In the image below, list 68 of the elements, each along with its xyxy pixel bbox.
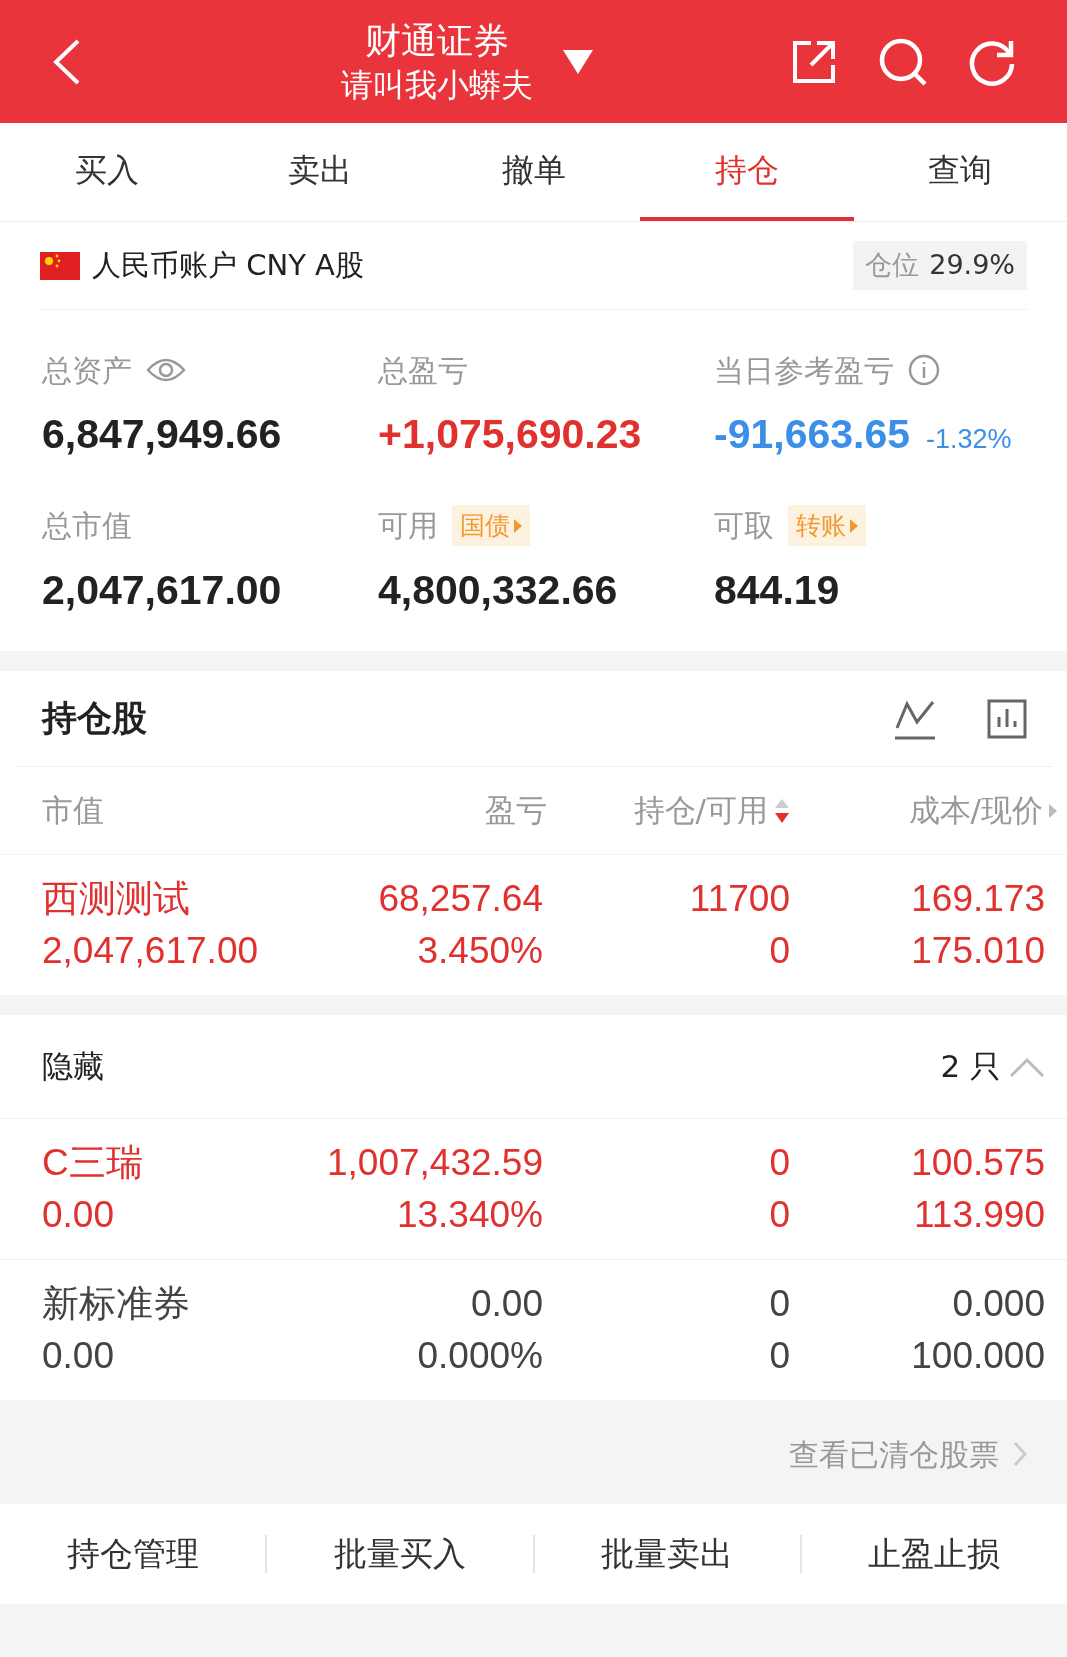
column-header[interactable]: 持仓/可用 — [633, 787, 768, 834]
broker-title: 财通证券 — [364, 18, 509, 63]
flag-icon — [40, 251, 80, 280]
stock-name: C三瑞 — [42, 1141, 143, 1185]
stat-label: 总盈亏 — [378, 351, 468, 390]
profit-amount: 68,257.64 — [378, 877, 543, 921]
profit-percent: 3.450% — [417, 929, 543, 973]
stat-value: 6,847,949.66 — [42, 410, 282, 459]
profit-percent: 13.340% — [396, 1193, 543, 1237]
cost-price: 169.173 — [911, 877, 1045, 921]
cost-price: 100.575 — [911, 1141, 1045, 1185]
stat-value: 4,800,332.66 — [378, 565, 618, 615]
stat-label: 可用 — [378, 507, 438, 545]
market-value: 0.00 — [42, 1193, 114, 1237]
holding-row[interactable]: 新标准券 0.00 0.00 0.000% 0 0 0.000 100.000 — [0, 1260, 1067, 1400]
current-price: 100.000 — [911, 1334, 1045, 1378]
stock-name: 新标准券 — [42, 1282, 190, 1326]
market-value: 0.00 — [42, 1334, 114, 1378]
cost-price: 0.000 — [952, 1282, 1045, 1326]
action-button[interactable]: 止盈止损 — [801, 1529, 1067, 1579]
stat-value: 2,047,617.00 — [42, 565, 282, 615]
holding-row[interactable]: 西测测试 2,047,617.00 68,257.64 3.450% 11700 0 169.173 175.010 — [0, 855, 1067, 995]
stat-value: -91,663.65 — [714, 410, 911, 459]
tab[interactable]: 持仓 — [640, 123, 854, 221]
action-button[interactable]: 批量买入 — [267, 1529, 533, 1579]
account-label: 人民币账户 CNY A股 — [92, 246, 365, 284]
section-title: 持仓股 — [42, 697, 148, 741]
cleared-stocks-link[interactable]: 查看已清仓股票 — [789, 1431, 999, 1477]
stat-value: +1,075,690.23 — [378, 410, 642, 459]
hidden-section-title: 隐藏 — [42, 1047, 105, 1087]
available-quantity: 0 — [769, 1193, 790, 1237]
position-quantity: 11700 — [689, 877, 790, 921]
account-subtitle: 请叫我小蟒夫 — [340, 64, 533, 106]
column-header[interactable]: 成本/现价 — [908, 787, 1043, 834]
column-header[interactable]: 市值 — [42, 787, 104, 834]
position-ratio-tag: 仓位 29.9% — [853, 241, 1027, 290]
stat-label: 可取 — [714, 507, 774, 545]
tab[interactable]: 买入 — [0, 123, 214, 221]
profit-amount: 1,007,432.59 — [326, 1141, 543, 1185]
tab[interactable]: 卖出 — [213, 123, 427, 221]
info-icon[interactable] — [908, 354, 940, 386]
profit-percent: 0.000% — [417, 1334, 543, 1378]
stat-percent: -1.32% — [926, 423, 1012, 456]
stat-label: 总资产 — [42, 351, 132, 390]
position-quantity: 0 — [769, 1282, 790, 1326]
triangle-icon — [514, 518, 522, 533]
hidden-count: 2 只 — [940, 1047, 1001, 1087]
current-price: 175.010 — [911, 929, 1045, 973]
tab[interactable]: 撤单 — [426, 123, 641, 221]
available-quantity: 0 — [769, 929, 790, 973]
profit-amount: 0.00 — [471, 1282, 543, 1326]
stat-label: 总市值 — [42, 507, 132, 545]
position-quantity: 0 — [769, 1141, 790, 1185]
tab[interactable]: 查询 — [853, 123, 1067, 221]
bar-chart-icon[interactable] — [987, 698, 1027, 739]
action-button[interactable]: 批量卖出 — [534, 1529, 800, 1579]
stock-name: 西测测试 — [42, 877, 190, 921]
stat-value: 844.19 — [714, 565, 840, 615]
eye-icon[interactable] — [146, 356, 186, 384]
column-header[interactable]: 盈亏 — [485, 787, 547, 834]
current-price: 113.990 — [914, 1193, 1045, 1237]
market-value: 2,047,617.00 — [42, 929, 259, 973]
triangle-icon — [850, 518, 858, 533]
available-quantity: 0 — [769, 1334, 790, 1378]
stat-label: 当日参考盈亏 — [714, 351, 894, 390]
holding-row[interactable]: C三瑞 0.00 1,007,432.59 13.340% 0 0 100.575 113.990 — [0, 1119, 1067, 1260]
dropdown-icon[interactable] — [562, 49, 593, 74]
action-button[interactable]: 持仓管理 — [0, 1529, 266, 1579]
